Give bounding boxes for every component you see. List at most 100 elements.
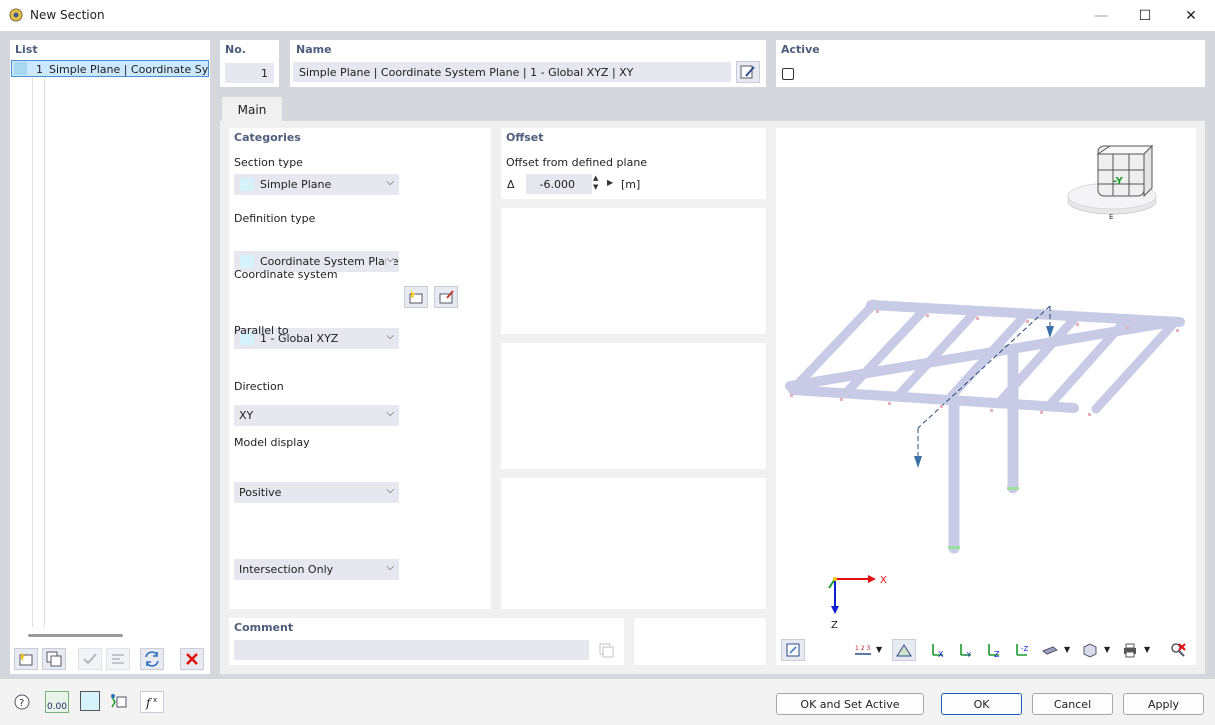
name-input[interactable]: Simple Plane | Coordinate System Plane |… [293,62,731,82]
section-type-select[interactable]: Simple Plane ⌵ [234,174,399,195]
list-item-no: 1 [36,63,43,76]
comment-library-button[interactable] [594,639,618,661]
list-panel: List 1 Simple Plane | Coordinate System … [10,40,210,674]
new-item-button[interactable] [14,648,38,670]
render-mode-button[interactable] [1078,639,1102,661]
view-cube[interactable]: -Y E [1067,144,1157,221]
empty-panel [501,343,766,469]
offset-step-arrow[interactable]: ▶ [607,178,613,187]
chevron-down-icon[interactable]: ▼ [1104,645,1110,654]
list-item-label: Simple Plane | Coordinate System Plane |… [49,63,209,76]
view-iso-button[interactable] [1038,639,1062,661]
chevron-down-icon[interactable]: ▼ [876,645,882,654]
info-icon[interactable] [106,691,130,713]
delta-symbol: Δ [507,178,515,191]
display-options-button[interactable] [892,639,916,661]
print-icon[interactable] [1118,639,1142,661]
units-button[interactable]: 0.00 [45,691,69,713]
model-display-value: Intersection Only [239,563,334,576]
offset-input[interactable]: -6.000 [526,174,592,194]
svg-text:?: ? [19,698,24,709]
uncheck-button[interactable] [106,648,130,670]
parallel-to-select[interactable]: XY ⌵ [234,405,399,426]
edit-name-button[interactable] [736,61,760,83]
no-panel: No. 1 [220,40,279,87]
edit-coordinate-system-button[interactable] [434,286,458,308]
categories-header: Categories [234,131,301,144]
offset-header: Offset [506,131,544,144]
copy-item-button[interactable] [42,648,66,670]
active-checkbox[interactable] [782,68,794,80]
section-type-value: Simple Plane [260,178,332,191]
viewport-3d[interactable]: -Y E X Z 1 2 3 ▼ X -Y Z -Z ▼ ▼ ▼ [776,128,1196,665]
svg-text:-Z: -Z [1021,645,1029,653]
name-label: Name [296,43,332,56]
empty-panel [501,478,766,609]
new-coordinate-system-button[interactable] [404,286,428,308]
view-z-button[interactable]: Z [982,639,1006,661]
renumber-button[interactable] [140,648,164,670]
reset-view-button[interactable] [1166,639,1190,661]
offset-panel: Offset Offset from defined plane Δ -6.00… [501,128,766,199]
model-display-label: Model display [234,436,310,449]
section-type-swatch [240,178,254,191]
view-settings-button[interactable] [781,639,805,661]
svg-text:1 2 3: 1 2 3 [855,645,870,652]
check-button[interactable] [78,648,102,670]
apply-button[interactable]: Apply [1123,693,1204,715]
svg-text:-Y: -Y [965,651,972,659]
help-icon[interactable]: ? [10,691,34,713]
view-neg-y-button[interactable]: -Y [954,639,978,661]
ok-button[interactable]: OK [941,693,1022,715]
color-button[interactable] [80,691,100,711]
chevron-down-icon: ⌵ [386,254,394,265]
parallel-to-label: Parallel to [234,324,289,337]
tab-main[interactable]: Main [222,97,282,122]
chevron-down-icon: ⌵ [386,485,394,496]
section-type-label: Section type [234,156,303,169]
formula-icon[interactable]: fx [140,691,164,713]
compass-label: E [1109,213,1113,221]
axis-x-label: X [880,575,887,586]
direction-label: Direction [234,380,284,393]
comment-label: Comment [234,621,294,634]
view-x-button[interactable]: X [926,639,950,661]
direction-select[interactable]: Positive ⌵ [234,482,399,503]
chevron-down-icon: ⌵ [386,562,394,573]
direction-value: Positive [239,486,282,499]
cube-face-label: -Y [1113,176,1124,187]
definition-type-label: Definition type [234,212,316,225]
close-button[interactable]: ✕ [1168,0,1214,31]
list-scrollbar[interactable] [28,634,123,637]
svg-text:f: f [145,696,153,710]
offset-spinner[interactable]: ▲ ▼ [593,174,601,194]
minimize-button[interactable]: — [1078,0,1124,31]
cancel-button[interactable]: Cancel [1032,693,1113,715]
numbering-button[interactable]: 1 2 3 [851,639,875,661]
empty-panel [501,208,766,334]
maximize-button[interactable]: ☐ [1122,0,1168,31]
chevron-down-icon[interactable]: ▼ [1144,645,1150,654]
comment-input[interactable] [234,640,589,660]
window-title: New Section [30,8,105,22]
dialog-content: List 1 Simple Plane | Coordinate System … [0,31,1215,679]
chevron-down-icon: ⌵ [386,408,394,419]
model-display-select[interactable]: Intersection Only ⌵ [234,559,399,580]
svg-text:Z: Z [994,650,1000,659]
parallel-to-value: XY [239,409,254,422]
categories-panel: Categories Section type Simple Plane ⌵ D… [229,128,491,609]
svg-text:x: x [153,696,157,704]
chevron-down-icon: ⌵ [386,177,394,188]
list-header: List [15,43,38,56]
coordinate-system-label: Coordinate system [234,268,338,281]
ok-and-set-active-button[interactable]: OK and Set Active [776,693,924,715]
view-neg-z-button[interactable]: -Z [1010,639,1034,661]
comment-panel: Comment [229,618,624,665]
offset-label: Offset from defined plane [506,156,648,169]
axis-z-label: Z [831,620,838,631]
structure-graphic: -Y E X Z [785,144,1185,631]
delete-button[interactable] [180,648,204,670]
chevron-down-icon[interactable]: ▼ [1064,645,1070,654]
list-item[interactable]: 1 Simple Plane | Coordinate System Plane… [11,60,209,77]
no-input[interactable]: 1 [225,63,274,83]
